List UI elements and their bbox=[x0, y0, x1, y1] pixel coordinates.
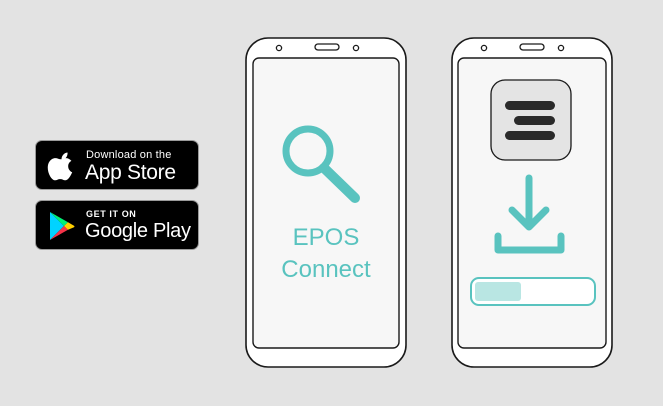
progress-fill bbox=[475, 282, 521, 301]
google-play-label: Google Play bbox=[85, 220, 191, 242]
google-play-icon bbox=[50, 212, 75, 240]
google-play-small-label: GET IT ON bbox=[86, 209, 137, 219]
download-progress-bar bbox=[470, 277, 596, 306]
apple-icon bbox=[47, 152, 73, 181]
app-name-line-2: Connect bbox=[281, 256, 371, 283]
app-store-small-label: Download on the bbox=[86, 149, 172, 161]
phone-left bbox=[245, 37, 407, 368]
illustration: EPOS Connect Download on the App Store G… bbox=[0, 0, 663, 406]
epos-logo-icon bbox=[490, 79, 572, 161]
app-store-label: App Store bbox=[85, 161, 176, 184]
app-store-badge[interactable]: Download on the App Store bbox=[35, 140, 199, 190]
app-name-line-1: EPOS bbox=[292, 224, 360, 251]
phone-right bbox=[451, 37, 613, 368]
google-play-badge[interactable]: GET IT ON Google Play bbox=[35, 200, 199, 250]
